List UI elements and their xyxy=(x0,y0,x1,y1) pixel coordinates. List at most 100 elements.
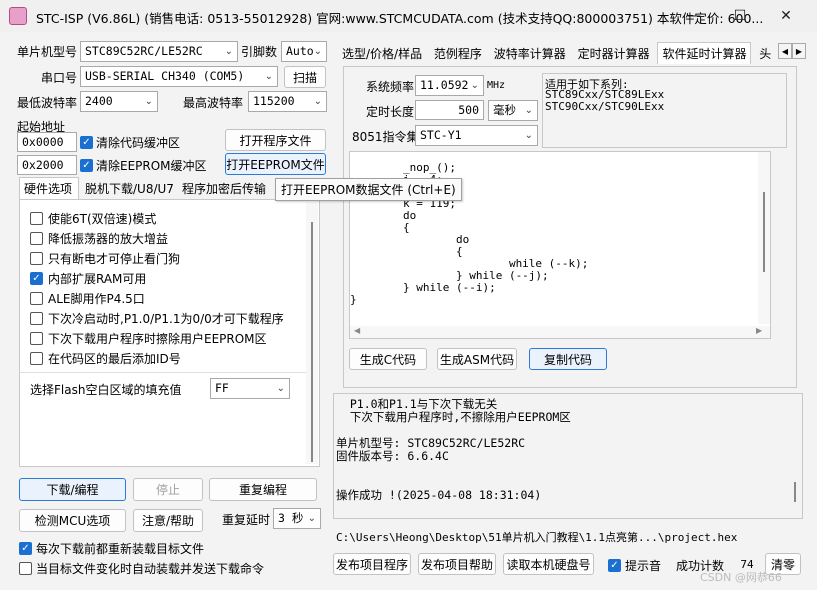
tab-offline-download[interactable]: 脱机下载/U8/U7 xyxy=(81,178,178,200)
scrollbar-thumb[interactable] xyxy=(763,192,765,272)
min-baud-select[interactable]: 2400 ⌄ xyxy=(80,91,158,112)
checkbox-icon xyxy=(30,231,43,245)
instruction-set-select[interactable]: STC-Y1 ⌄ xyxy=(415,125,538,146)
tab-scroll-left-icon[interactable]: ◀ xyxy=(778,43,792,59)
checkbox-checked-icon: ✓ xyxy=(19,542,32,555)
tab-header[interactable]: 头 xyxy=(755,43,775,64)
option-item[interactable]: 下次下载用户程序时擦除用户EEPROM区 xyxy=(30,328,267,348)
log-area[interactable]: P1.0和P1.1与下次下载无关 下次下载用户程序时,不擦除用户EEPROM区单… xyxy=(333,393,803,519)
fill-value-select[interactable]: FF ⌄ xyxy=(210,378,290,399)
option-item[interactable]: 使能6T(双倍速)模式 xyxy=(30,208,156,228)
checkbox-icon xyxy=(30,311,43,325)
scan-button[interactable]: 扫描 xyxy=(284,66,326,88)
tab-hardware-options[interactable]: 硬件选项 xyxy=(19,177,79,199)
auto-load-checkbox[interactable]: 当目标文件变化时自动装载并发送下载命令 xyxy=(19,560,264,577)
log-text: P1.0和P1.1与下次下载无关 下次下载用户程序时,不擦除用户EEPROM区单… xyxy=(336,398,571,502)
option-label: 只有断电才可停止看门狗 xyxy=(48,251,181,266)
code-vscrollbar[interactable] xyxy=(758,152,770,324)
eeprom-tooltip: 打开EEPROM数据文件 (Ctrl+E) xyxy=(275,178,462,201)
close-icon[interactable]: ✕ xyxy=(763,0,809,32)
chevron-down-icon: ⌄ xyxy=(524,130,533,141)
read-disk-id-button[interactable]: 读取本机硬盘号 xyxy=(503,553,594,575)
option-item[interactable]: 在代码区的最后添加ID号 xyxy=(30,348,181,368)
option-item[interactable]: 下次冷启动时,P1.0/P1.1为0/0才可下载程序 xyxy=(30,308,284,328)
check-mcu-button[interactable]: 检测MCU选项 xyxy=(19,509,126,532)
maximize-icon[interactable]: ☐ xyxy=(717,0,763,32)
tab-example-programs[interactable]: 范例程序 xyxy=(430,43,486,64)
tab-encrypted-transfer[interactable]: 程序加密后传输 xyxy=(178,178,270,200)
option-item[interactable]: ✓ 内部扩展RAM可用 xyxy=(30,268,146,288)
clear-code-checkbox[interactable]: ✓ 清除代码缓冲区 xyxy=(80,134,180,151)
repeat-delay-select[interactable]: 3 秒 ⌄ xyxy=(273,508,321,529)
pin-count-select[interactable]: Auto ⌄ xyxy=(281,41,327,62)
help-button[interactable]: 注意/帮助 xyxy=(133,509,203,532)
open-program-button[interactable]: 打开程序文件 xyxy=(225,129,326,151)
tab-selection-price[interactable]: 选型/价格/样品 xyxy=(338,43,426,64)
log-line: 操作成功 !(2025-04-08 18:31:04) xyxy=(336,488,542,502)
reload-before-download-checkbox[interactable]: ✓ 每次下载前都重新装载目标文件 xyxy=(19,540,204,557)
beep-label: 提示音 xyxy=(625,559,662,573)
chevron-down-icon: ⌄ xyxy=(307,513,316,524)
clear-code-label: 清除代码缓冲区 xyxy=(96,136,181,150)
app-icon xyxy=(9,7,27,25)
download-button[interactable]: 下载/编程 xyxy=(19,478,126,501)
chevron-down-icon: ⌄ xyxy=(313,96,322,107)
system-frequency-select[interactable]: 11.0592 ⌄ xyxy=(415,75,484,96)
publish-help-button[interactable]: 发布项目帮助 xyxy=(418,553,496,575)
tab-timer-calculator[interactable]: 定时器计算器 xyxy=(574,43,654,64)
checkbox-icon xyxy=(30,291,43,305)
reprogram-button[interactable]: 重复编程 xyxy=(209,478,317,501)
checkbox-checked-icon: ✓ xyxy=(80,136,93,149)
generate-asm-button[interactable]: 生成ASM代码 xyxy=(437,348,517,370)
generate-c-button[interactable]: 生成C代码 xyxy=(349,348,427,370)
chevron-down-icon: ⌄ xyxy=(224,46,233,57)
chevron-down-icon: ⌄ xyxy=(276,383,285,394)
checkbox-icon xyxy=(19,562,32,575)
chevron-down-icon: ⌄ xyxy=(313,46,322,57)
beep-checkbox[interactable]: ✓ 提示音 xyxy=(608,557,661,574)
log-vscrollbar[interactable] xyxy=(789,397,801,515)
title-bar: STC-ISP (V6.86L) (销售电话: 0513-55012928) 官… xyxy=(0,0,817,32)
code-address-input[interactable]: 0x0000 xyxy=(17,132,77,152)
pin-count-value: Auto xyxy=(286,44,314,58)
checkbox-icon xyxy=(30,211,43,225)
scrollbar-thumb[interactable] xyxy=(311,222,313,462)
checkbox-checked-icon: ✓ xyxy=(30,271,43,285)
option-item[interactable]: 降低振荡器的放大增益 xyxy=(30,228,168,248)
copy-code-button[interactable]: 复制代码 xyxy=(529,348,607,370)
option-item[interactable]: ALE脚用作P4.5口 xyxy=(30,288,145,308)
eeprom-address-input[interactable]: 0x2000 xyxy=(17,155,77,175)
options-scrollbar[interactable] xyxy=(306,202,318,464)
minimize-icon[interactable]: — xyxy=(671,0,717,32)
mcu-type-label: 单片机型号 xyxy=(17,45,78,59)
delay-unit-value: 毫秒 xyxy=(493,103,516,117)
stop-button[interactable]: 停止 xyxy=(133,478,203,501)
option-label: 下次冷启动时,P1.0/P1.1为0/0才可下载程序 xyxy=(48,311,284,326)
checkbox-icon xyxy=(30,331,43,345)
open-eeprom-button[interactable]: 打开EEPROM文件 xyxy=(225,153,326,175)
code-hscrollbar[interactable]: ◀ ▶ xyxy=(350,326,770,338)
chevron-down-icon: ⌄ xyxy=(144,96,153,107)
checkbox-icon xyxy=(30,351,43,365)
delay-length-input[interactable]: 500 xyxy=(415,100,484,120)
right-tab-strip: 选型/价格/样品 范例程序 波特率计算器 定时器计算器 软件延时计算器 头 xyxy=(338,42,806,64)
serial-port-label: 串口号 xyxy=(41,71,78,85)
pin-count-label: 引脚数 xyxy=(241,45,278,59)
publish-program-button[interactable]: 发布项目程序 xyxy=(333,553,411,575)
scroll-right-icon[interactable]: ▶ xyxy=(756,326,762,335)
series-box: 适用于如下系列: STC89Cxx/STC89LExx STC90Cxx/STC… xyxy=(542,73,787,148)
delay-unit-select[interactable]: 毫秒 ⌄ xyxy=(488,100,538,121)
clear-eeprom-checkbox[interactable]: ✓ 清除EEPROM缓冲区 xyxy=(80,157,207,174)
serial-port-select[interactable]: USB-SERIAL CH340 (COM5) ⌄ xyxy=(80,66,278,87)
scrollbar-thumb[interactable] xyxy=(794,482,796,502)
log-line: 固件版本号: 6.6.4C xyxy=(336,449,449,463)
max-baud-select[interactable]: 115200 ⌄ xyxy=(248,91,327,112)
frequency-unit: MHz xyxy=(487,80,506,91)
tab-scroll-right-icon[interactable]: ▶ xyxy=(792,43,806,59)
scroll-left-icon[interactable]: ◀ xyxy=(354,326,360,335)
tab-baud-calculator[interactable]: 波特率计算器 xyxy=(490,43,570,64)
option-item[interactable]: 只有断电才可停止看门狗 xyxy=(30,248,180,268)
tab-delay-calculator[interactable]: 软件延时计算器 xyxy=(657,42,752,64)
mcu-type-select[interactable]: STC89C52RC/LE52RC ⌄ xyxy=(80,41,238,62)
